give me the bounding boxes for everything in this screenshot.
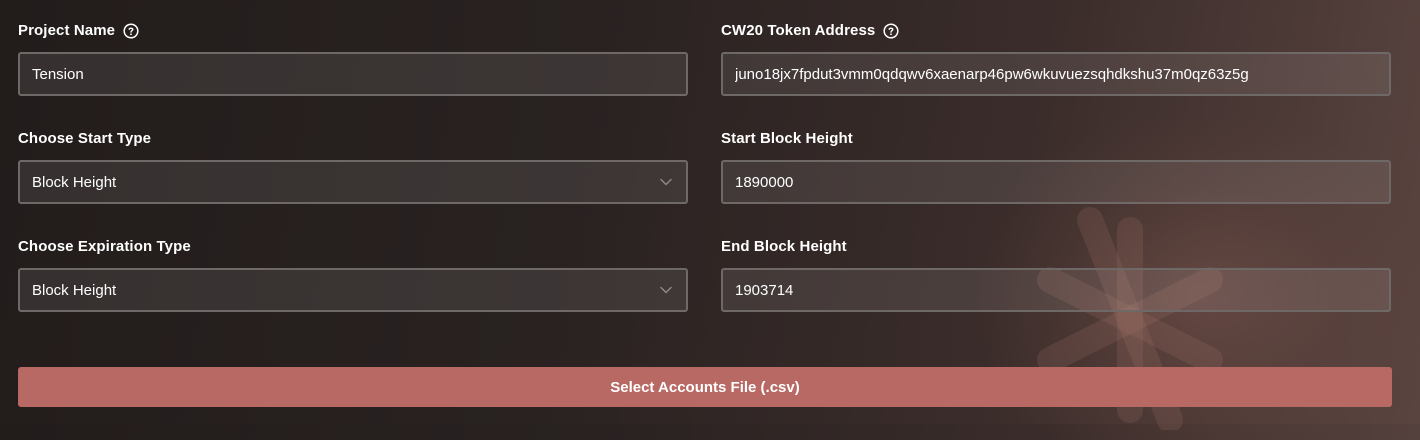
select-accounts-file-button[interactable]: Select Accounts File (.csv) bbox=[18, 367, 1392, 407]
start-type-label: Choose Start Type bbox=[18, 130, 152, 147]
token-address-input[interactable] bbox=[721, 52, 1391, 96]
expiration-type-label: Choose Expiration Type bbox=[18, 238, 191, 255]
question-circle-icon[interactable] bbox=[123, 23, 139, 39]
start-type-selected-value: Block Height bbox=[32, 173, 117, 191]
project-name-label: Project Name bbox=[18, 22, 116, 39]
chevron-down-icon bbox=[660, 178, 672, 186]
expiration-type-selected-value: Block Height bbox=[32, 281, 117, 299]
end-block-height-field: End Block Height bbox=[721, 237, 1391, 312]
start-block-height-field: Start Block Height bbox=[721, 129, 1391, 204]
expiration-type-field: Choose Expiration Type Block Height bbox=[18, 237, 688, 312]
token-address-label-row: CW20 Token Address bbox=[721, 21, 1391, 41]
start-type-field: Choose Start Type Block Height bbox=[18, 129, 688, 204]
start-block-height-label: Start Block Height bbox=[721, 130, 853, 147]
expiration-type-select[interactable]: Block Height bbox=[18, 268, 688, 312]
token-address-label: CW20 Token Address bbox=[721, 22, 876, 39]
chevron-down-icon bbox=[660, 286, 672, 294]
project-name-label-row: Project Name bbox=[18, 21, 688, 41]
project-name-input[interactable] bbox=[18, 52, 688, 96]
start-type-select[interactable]: Block Height bbox=[18, 160, 688, 204]
start-block-height-input[interactable] bbox=[721, 160, 1391, 204]
end-block-height-input[interactable] bbox=[721, 268, 1391, 312]
question-circle-icon[interactable] bbox=[883, 23, 899, 39]
project-name-field: Project Name bbox=[18, 21, 688, 96]
end-block-height-label: End Block Height bbox=[721, 238, 847, 255]
token-address-field: CW20 Token Address bbox=[721, 21, 1391, 96]
